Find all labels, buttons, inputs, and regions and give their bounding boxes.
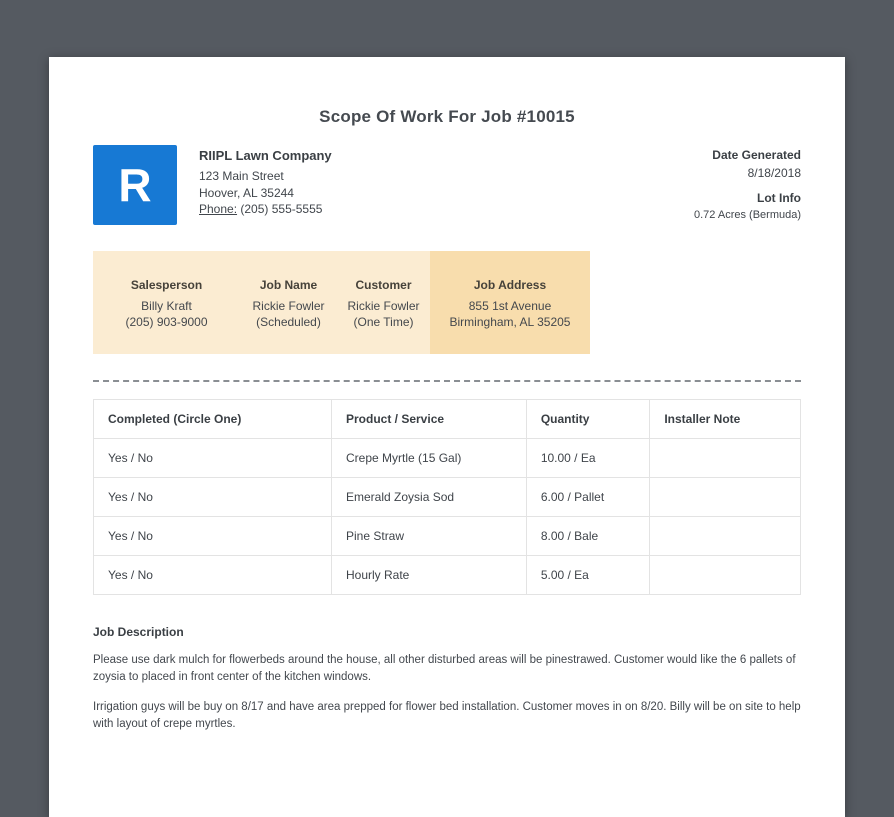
job-address-label: Job Address	[473, 278, 547, 292]
salesperson-phone: (205) 903-9000	[125, 315, 208, 329]
dashed-divider	[93, 380, 801, 382]
cell-product: Pine Straw	[331, 516, 527, 556]
logo-letter: R	[118, 159, 152, 211]
phone-label: Phone:	[199, 202, 238, 216]
phone-number: (205) 555-5555	[240, 202, 323, 216]
company-phone-line: Phone: (205) 555-5555	[199, 201, 332, 218]
header-installer-note: Installer Note	[649, 399, 801, 439]
cell-quantity: 8.00 / Bale	[525, 516, 651, 556]
table-header-row: Completed (Circle One) Product / Service…	[93, 399, 801, 439]
cell-installer-note	[649, 555, 801, 595]
cell-product: Emerald Zoysia Sod	[331, 477, 527, 517]
cell-product: Crepe Myrtle (15 Gal)	[331, 438, 527, 478]
job-info-job-address: Job Address 855 1st Avenue Birmingham, A…	[430, 251, 590, 354]
job-description-heading: Job Description	[93, 625, 184, 639]
customer-type: (One Time)	[353, 315, 414, 329]
job-address-line1: 855 1st Avenue	[468, 299, 552, 313]
company-address-line2: Hoover, AL 35244	[199, 185, 294, 200]
table-row: Yes / No Crepe Myrtle (15 Gal) 10.00 / E…	[93, 438, 801, 478]
table-row: Yes / No Pine Straw 8.00 / Bale	[93, 516, 801, 556]
header-product-service: Product / Service	[331, 399, 527, 439]
document-page: Scope Of Work For Job #10015 R RIIPL Law…	[49, 57, 845, 817]
cell-completed: Yes / No	[93, 555, 332, 595]
document-meta: Date Generated 8/18/2018 Lot Info 0.72 A…	[694, 145, 801, 221]
cell-installer-note	[649, 438, 801, 478]
cell-quantity: 6.00 / Pallet	[525, 477, 651, 517]
job-info-salesperson: Salesperson Billy Kraft (205) 903-9000	[93, 251, 240, 354]
table-row: Yes / No Emerald Zoysia Sod 6.00 / Palle…	[93, 477, 801, 517]
job-address-line2: Birmingham, AL 35205	[449, 315, 571, 329]
job-info-job-name: Job Name Rickie Fowler (Scheduled)	[240, 251, 337, 354]
lot-info-value: 0.72 Acres (Bermuda)	[694, 209, 801, 221]
company-logo: R	[93, 145, 177, 225]
work-items-table: Completed (Circle One) Product / Service…	[93, 399, 801, 595]
cell-completed: Yes / No	[93, 516, 332, 556]
customer-name: Rickie Fowler	[347, 299, 420, 313]
cell-quantity: 10.00 / Ea	[525, 438, 651, 478]
header-completed: Completed (Circle One)	[93, 399, 332, 439]
salesperson-name: Billy Kraft	[141, 299, 192, 313]
salesperson-label: Salesperson	[130, 278, 203, 292]
page-title: Scope Of Work For Job #10015	[319, 107, 575, 126]
job-name-status: (Scheduled)	[256, 315, 321, 329]
date-generated-value: 8/18/2018	[747, 166, 801, 180]
company-address-line1: 123 Main Street	[199, 169, 284, 183]
job-info-band: Salesperson Billy Kraft (205) 903-9000 J…	[93, 251, 590, 354]
header-quantity: Quantity	[525, 399, 651, 439]
cell-installer-note	[649, 516, 801, 556]
company-info: RIIPL Lawn Company 123 Main Street Hoove…	[199, 145, 332, 218]
job-description-paragraph-2: Irrigation guys will be buy on 8/17 and …	[93, 701, 801, 730]
company-header: R RIIPL Lawn Company 123 Main Street Hoo…	[93, 145, 801, 225]
customer-label: Customer	[355, 278, 412, 292]
document-backdrop: { "page": { "title": "Scope Of Work For …	[0, 0, 894, 817]
table-row: Yes / No Hourly Rate 5.00 / Ea	[93, 555, 801, 595]
date-generated-label: Date Generated	[712, 148, 801, 162]
cell-completed: Yes / No	[93, 477, 332, 517]
cell-completed: Yes / No	[93, 438, 332, 478]
lot-info-label: Lot Info	[757, 191, 801, 205]
job-name-value: Rickie Fowler	[252, 299, 325, 313]
job-info-customer: Customer Rickie Fowler (One Time)	[337, 251, 430, 354]
job-description-paragraph-1: Please use dark mulch for flowerbeds aro…	[93, 654, 796, 683]
cell-installer-note	[649, 477, 801, 517]
cell-quantity: 5.00 / Ea	[525, 555, 651, 595]
job-name-label: Job Name	[259, 278, 318, 292]
cell-product: Hourly Rate	[331, 555, 527, 595]
company-name: RIIPL Lawn Company	[199, 148, 332, 163]
